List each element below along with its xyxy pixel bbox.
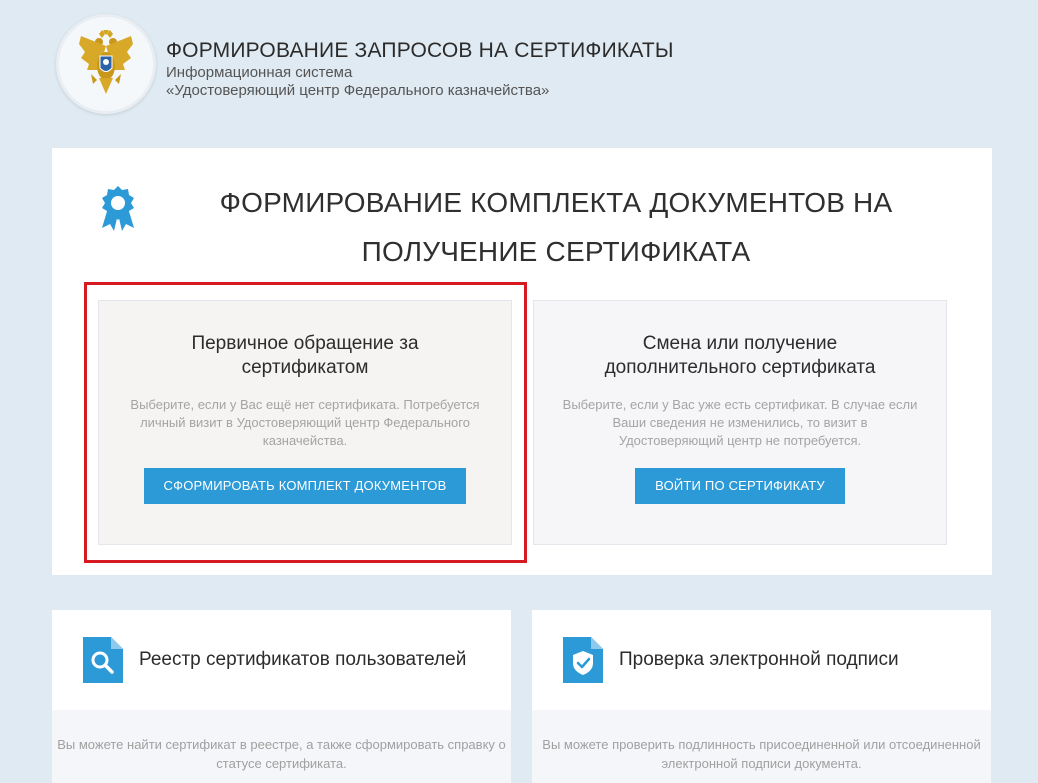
panel-heading: ФОРМИРОВАНИЕ КОМПЛЕКТА ДОКУМЕНТОВ НА ПОЛ… [98,178,958,276]
panel-title: ФОРМИРОВАНИЕ КОМПЛЕКТА ДОКУМЕНТОВ НА ПОЛ… [219,187,893,267]
card-header: Проверка электронной подписи [532,610,991,710]
login-by-certificate-button[interactable]: ВОЙТИ ПО СЕРТИФИКАТУ [635,468,845,504]
site-header: ФОРМИРОВАНИЕ ЗАПРОСОВ НА СЕРТИФИКАТЫ Инф… [56,14,756,118]
site-subtitle-line2: «Удостоверяющий центр Федерального казна… [166,82,550,99]
option-description: Выберите, если у Вас ещё нет сертификата… [130,397,480,448]
certificate-registry-card[interactable]: Реестр сертификатов пользователей Вы мож… [52,610,511,783]
option-title: Первичное обращение за сертификатом [191,333,419,378]
site-subtitle-line1: Информационная система [166,64,353,81]
option-title: Смена или получение дополнительного серт… [604,333,876,378]
eagle-emblem-icon[interactable] [56,14,156,114]
card-title: Реестр сертификатов пользователей [139,649,467,670]
header-text: ФОРМИРОВАНИЕ ЗАПРОСОВ НА СЕРТИФИКАТЫ Инф… [166,38,674,100]
option-description: Выберите, если у Вас уже есть сертификат… [562,397,918,448]
document-set-panel: ФОРМИРОВАНИЕ КОМПЛЕКТА ДОКУМЕНТОВ НА ПОЛ… [52,148,992,575]
document-search-icon [83,637,123,683]
document-shield-icon [563,637,603,683]
create-document-set-button[interactable]: СФОРМИРОВАТЬ КОМПЛЕКТ ДОКУМЕНТОВ [143,468,467,504]
ribbon-badge-icon [98,184,138,237]
site-title: ФОРМИРОВАНИЕ ЗАПРОСОВ НА СЕРТИФИКАТЫ [166,39,674,62]
card-description: Вы можете проверить подлинность присоеди… [532,710,991,783]
first-request-option: Первичное обращение за сертификатом Выбе… [98,300,512,545]
signature-check-card[interactable]: Проверка электронной подписи Вы можете п… [532,610,991,783]
card-description: Вы можете найти сертификат в реестре, а … [52,710,511,783]
card-title: Проверка электронной подписи [619,649,899,670]
card-header: Реестр сертификатов пользователей [52,610,511,710]
change-certificate-option: Смена или получение дополнительного серт… [533,300,947,545]
